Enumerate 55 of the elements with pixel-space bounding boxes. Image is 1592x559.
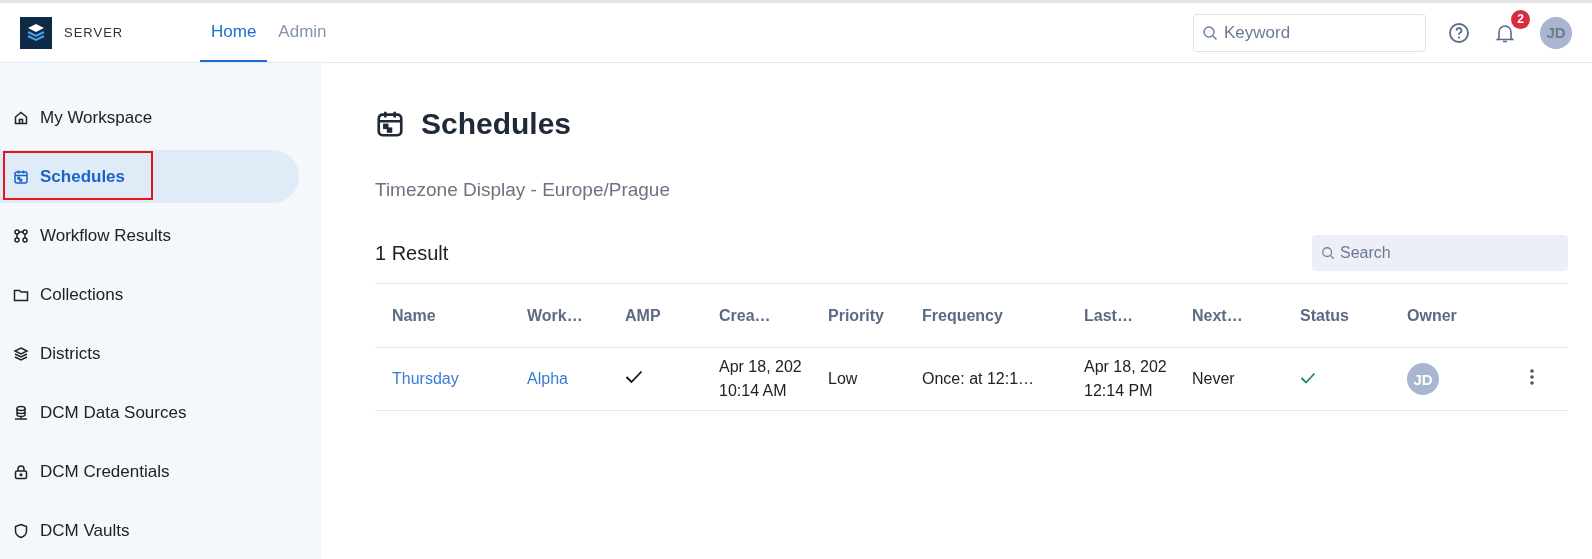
table-search-field[interactable]: Search [1312,235,1568,271]
column-header[interactable]: Last… [1084,306,1133,324]
table-cell: Once: at 12:1… [922,370,1035,387]
search-icon [1202,24,1218,41]
table-cell: Low [828,370,858,387]
column-header[interactable]: Owner [1407,306,1457,324]
calendar-icon [13,168,29,185]
column-header[interactable]: Crea… [719,306,771,324]
sidebar-item-label: DCM Data Sources [40,402,187,423]
sidebar-item[interactable]: Collections [0,268,299,321]
notification-count: 2 [1511,9,1530,29]
sidebar-item-label: Workflow Results [40,225,171,246]
calendar-icon [375,109,405,139]
sidebar-item[interactable]: Schedules [0,150,299,203]
sidebar-item-label: Districts [40,343,101,364]
layers-icon [13,345,29,362]
more-options-icon[interactable] [1529,368,1535,386]
column-header[interactable]: Next… [1192,306,1243,324]
sidebar-item[interactable]: My Workspace [0,91,299,144]
column-header[interactable]: AMP [625,306,661,324]
column-header[interactable]: Frequency [922,306,1003,324]
column-header[interactable]: Status [1300,306,1349,324]
sidebar-item[interactable]: DCM Credentials [0,445,299,498]
table-link[interactable]: Alpha [527,370,568,387]
sidebar-item-label: Collections [40,284,124,305]
sidebar-item-label: Schedules [40,166,126,187]
shield-icon [13,522,29,539]
page-title: Schedules [421,107,572,141]
brand-name: SERVER [64,25,124,40]
sidebar-item-label: My Workspace [40,107,153,128]
search-icon [1321,246,1335,260]
sidebar-item-label: DCM Credentials [40,461,170,482]
home-icon [13,109,29,126]
table-cell-text: Apr 18, 202 10:14 AM [719,357,802,401]
sidebar-item[interactable]: DCM Data Sources [0,386,299,439]
column-header[interactable]: Work… [527,306,583,324]
database-icon [13,404,29,421]
help-icon[interactable] [1448,21,1470,44]
result-count: 1 Result [375,241,449,265]
sidebar-item-label: DCM Vaults [40,520,130,541]
lock-icon [13,463,29,480]
timezone-label: Timezone Display - Europe/Prague [375,179,671,201]
logo-icon [20,16,52,49]
table-cell-text: Apr 18, 202 12:14 PM [1084,357,1167,401]
sidebar-item[interactable]: Districts [0,327,299,380]
nav-tab[interactable]: Admin [267,3,338,62]
column-header[interactable]: Name [392,306,436,324]
nodes-icon [13,227,29,244]
table-link[interactable]: Thursday [392,370,459,387]
column-header[interactable]: Priority [828,306,884,324]
keyword-search-field[interactable]: Keyword [1193,13,1426,52]
table-cell: Never [1192,370,1235,387]
owner-avatar: JD [1407,363,1439,395]
sidebar-item[interactable]: Workflow Results [0,209,299,262]
sidebar-item[interactable]: DCM Vaults [0,504,299,557]
